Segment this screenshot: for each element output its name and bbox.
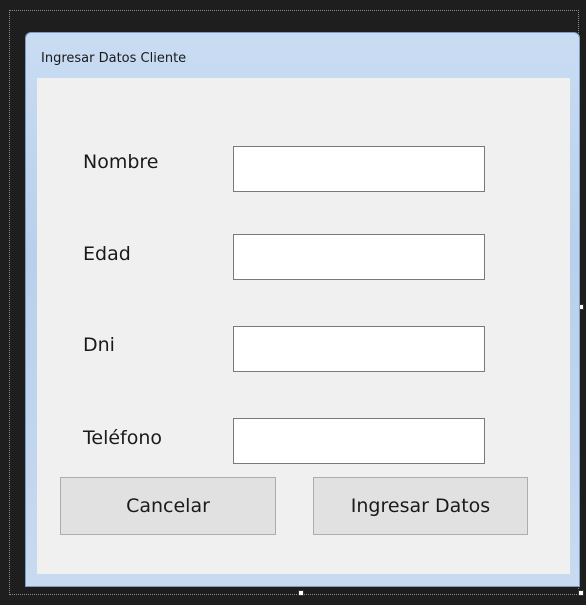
- dni-input[interactable]: [233, 326, 485, 372]
- designer-surface: Ingresar Datos Cliente Nombre Edad Dni T…: [0, 0, 586, 605]
- name-input[interactable]: [233, 146, 485, 192]
- age-input[interactable]: [233, 234, 485, 280]
- age-label: Edad: [83, 243, 131, 265]
- resize-handle-bottom-right[interactable]: [578, 590, 584, 596]
- form-window: Ingresar Datos Cliente Nombre Edad Dni T…: [25, 32, 580, 587]
- form-client-area: Nombre Edad Dni Teléfono Cancelar Ingres…: [37, 78, 570, 574]
- window-title: Ingresar Datos Cliente: [41, 51, 187, 66]
- name-label: Nombre: [83, 151, 159, 173]
- cancel-button[interactable]: Cancelar: [60, 477, 276, 535]
- phone-label: Teléfono: [83, 427, 163, 449]
- dni-label: Dni: [83, 334, 115, 356]
- window-titlebar[interactable]: Ingresar Datos Cliente: [26, 33, 579, 79]
- submit-button[interactable]: Ingresar Datos: [313, 477, 528, 535]
- phone-input[interactable]: [233, 418, 485, 464]
- resize-handle-bottom[interactable]: [298, 590, 304, 596]
